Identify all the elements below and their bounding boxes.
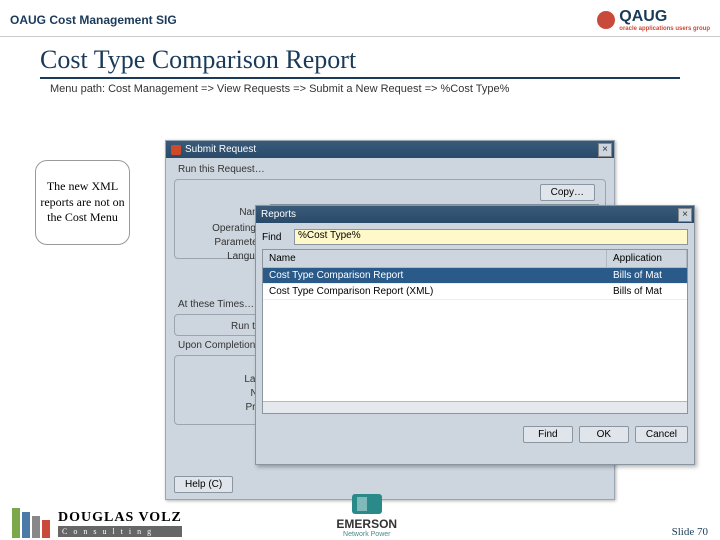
name-label: Name — [181, 207, 266, 218]
popup-titlebar: Reports × — [256, 206, 694, 223]
oaug-logo: QAUG oracle applications users group — [597, 8, 710, 32]
oaug-logo-sub: oracle applications users group — [619, 26, 710, 32]
oaug-logo-text: QAUG — [619, 8, 667, 25]
section-run: Run this Request… — [178, 164, 606, 175]
help-button[interactable]: Help (C) — [174, 476, 233, 493]
col-app: Application — [607, 250, 687, 267]
table-row[interactable]: Cost Type Comparison Report (XML) Bills … — [263, 284, 687, 300]
cancel-button[interactable]: Cancel — [635, 426, 688, 443]
find-button[interactable]: Find — [523, 426, 573, 443]
cell-name: Cost Type Comparison Report (XML) — [263, 284, 607, 299]
dv-consulting: C o n s u l t i n g — [58, 526, 182, 537]
layout-label: Layo — [181, 374, 266, 385]
oaug-dot-icon — [597, 11, 615, 29]
oracle-icon — [171, 145, 181, 155]
close-icon[interactable]: × — [678, 208, 692, 222]
page-title: Cost Type Comparison Report — [40, 45, 680, 79]
emerson-name: EMERSON — [336, 517, 397, 531]
run-the-label: Run the — [181, 321, 266, 332]
close-icon[interactable]: × — [598, 143, 612, 157]
copy-button[interactable]: Copy… — [540, 184, 595, 201]
window-titlebar: Submit Request × — [166, 141, 614, 158]
operating-label: Operating U — [181, 223, 266, 234]
cell-name: Cost Type Comparison Report — [263, 268, 607, 283]
header-title: OAUG Cost Management SIG — [10, 13, 177, 27]
slide-number: Slide 70 — [672, 526, 708, 538]
cell-app: Bills of Mat — [607, 268, 687, 283]
note-box: The new XML reports are not on the Cost … — [35, 160, 130, 245]
window-title-text: Submit Request — [185, 144, 256, 155]
ok-button[interactable]: OK — [579, 426, 629, 443]
parameters-label: Parameters — [181, 237, 266, 248]
language-label: Languag — [181, 251, 266, 262]
note-text: The new XML reports are not on the Cost … — [40, 179, 125, 226]
menu-path: Menu path: Cost Management => View Reque… — [50, 83, 680, 95]
col-name: Name — [263, 250, 607, 267]
emerson-sub: Network Power — [336, 531, 397, 538]
dv-name: DOUGLAS VOLZ — [58, 510, 182, 526]
scrollbar-h[interactable] — [263, 401, 687, 413]
emerson-logo: EMERSON Network Power — [336, 494, 397, 538]
table-row[interactable]: Cost Type Comparison Report Bills of Mat — [263, 268, 687, 284]
reports-popup: Reports × Find %Cost Type% Name Applicat… — [255, 205, 695, 465]
results-grid: Name Application Cost Type Comparison Re… — [262, 249, 688, 414]
popup-title-text: Reports — [261, 209, 296, 220]
print-label: Print — [181, 402, 266, 413]
find-label: Find — [262, 232, 290, 243]
douglas-volz-logo: DOUGLAS VOLZ C o n s u l t i n g — [12, 508, 182, 538]
cell-app: Bills of Mat — [607, 284, 687, 299]
notify-label: Not — [181, 388, 266, 399]
emerson-icon — [352, 494, 382, 514]
find-input[interactable]: %Cost Type% — [294, 229, 688, 245]
